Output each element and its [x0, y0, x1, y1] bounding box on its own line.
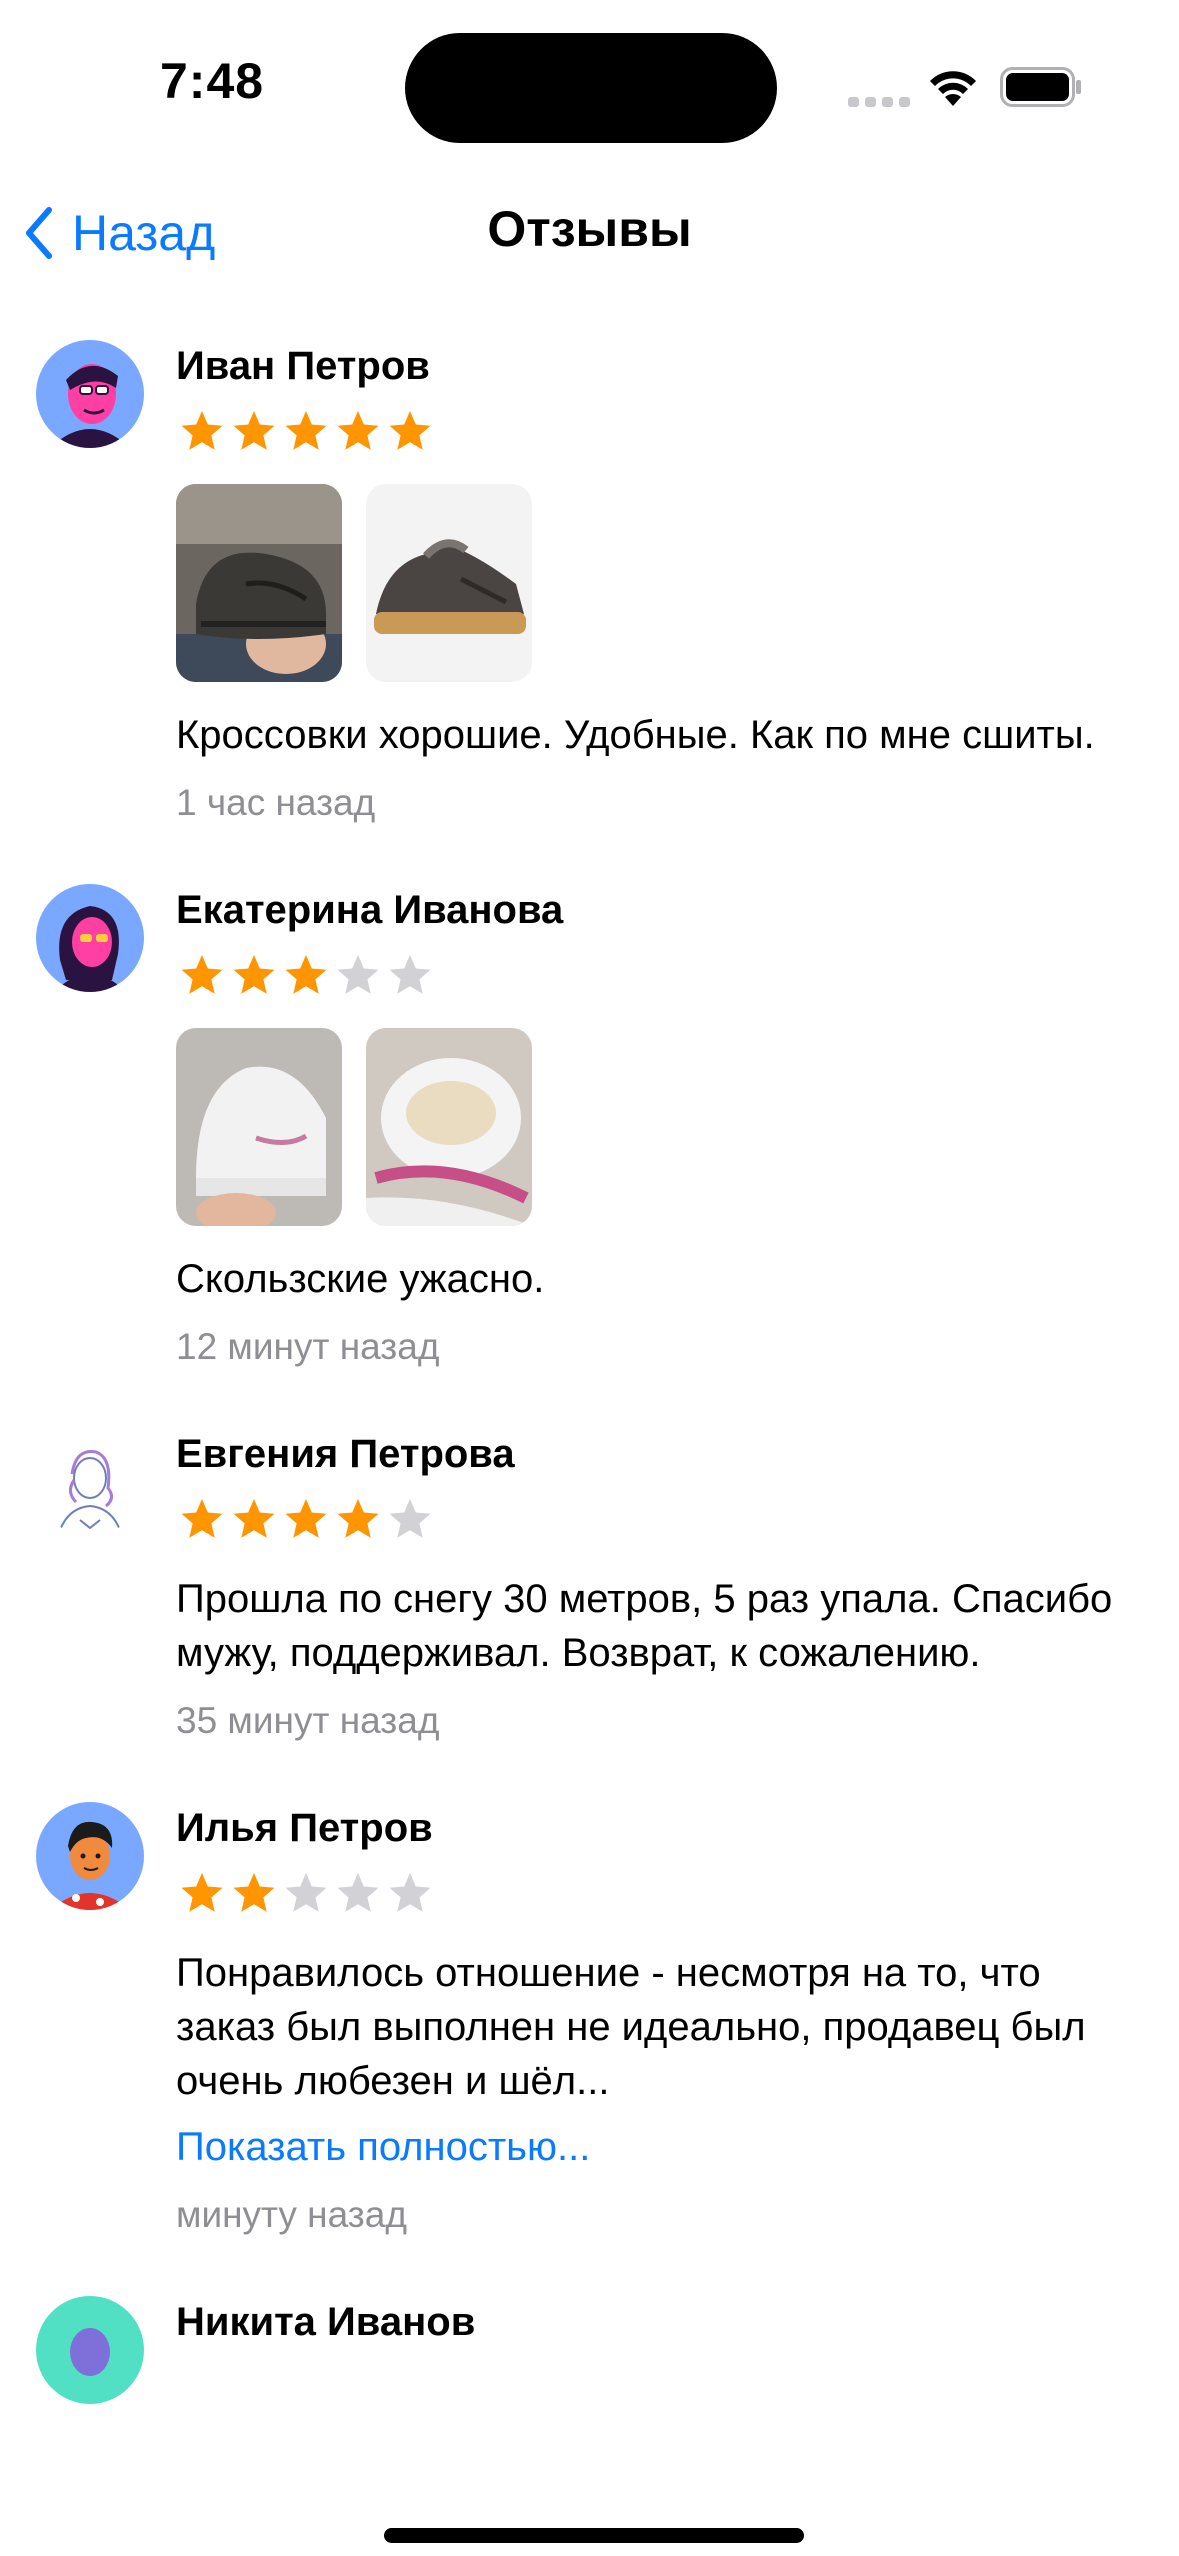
star-filled-icon: [389, 411, 431, 450]
review-photo[interactable]: [366, 1028, 532, 1226]
star-empty-icon: [285, 1873, 327, 1912]
rating-stars: [176, 950, 1176, 1002]
review-content: Иван Петров Кроссовки хорошие. Удобные. …: [176, 320, 1176, 828]
star-filled-icon: [233, 955, 275, 994]
page-title: Отзывы: [487, 201, 692, 257]
rating-stars: [176, 1868, 1176, 1920]
star-filled-icon: [181, 1873, 223, 1912]
reviewer-name: Екатерина Иванова: [176, 888, 564, 932]
star-filled-icon: [181, 411, 223, 450]
review-content: Евгения Петрова Прошла по снегу 30 метро…: [176, 1408, 1176, 1746]
review-item: Илья Петров Понравилось отношение - несм…: [0, 1782, 1179, 2240]
review-text: Скользские ужасно.: [176, 1257, 545, 1301]
status-time: 7:48: [160, 53, 265, 109]
rating-stars: [176, 406, 1176, 458]
cellular-signal-icon: [848, 97, 910, 107]
star-filled-icon: [285, 1499, 327, 1538]
battery-icon: [1000, 67, 1081, 107]
status-bar: 7:48: [0, 0, 1179, 170]
review-item: Иван Петров Кроссовки хорошие. Удобные. …: [0, 320, 1179, 828]
dynamic-island: [405, 33, 777, 143]
star-filled-icon: [233, 411, 275, 450]
reviewer-name: Евгения Петрова: [176, 1432, 515, 1476]
review-timestamp: 1 час назад: [176, 782, 376, 823]
review-text: Кроссовки хорошие. Удобные. Как по мне с…: [176, 713, 1095, 757]
review-content: Никита Иванов: [176, 2276, 1176, 2404]
reviewer-name: Илья Петров: [176, 1806, 433, 1850]
review-item: Никита Иванов: [0, 2276, 1179, 2404]
review-text: Понравилось отношение - несмотря на то, …: [176, 1951, 1086, 2103]
wifi-icon: [930, 71, 976, 106]
review-content: Илья Петров Понравилось отношение - несм…: [176, 1782, 1176, 2240]
review-content: Екатерина Иванова Скользские ужасно. 12 …: [176, 864, 1176, 1372]
star-filled-icon: [233, 1499, 275, 1538]
star-empty-icon: [337, 955, 379, 994]
reviewer-name: Иван Петров: [176, 344, 430, 388]
star-filled-icon: [337, 1499, 379, 1538]
reviewer-name: Никита Иванов: [176, 2300, 476, 2344]
star-empty-icon: [389, 1873, 431, 1912]
avatar: [36, 2296, 144, 2404]
review-item: Евгения Петрова Прошла по снегу 30 метро…: [0, 1408, 1179, 1746]
star-empty-icon: [389, 955, 431, 994]
review-photo[interactable]: [366, 484, 532, 682]
review-timestamp: 12 минут назад: [176, 1326, 440, 1367]
review-timestamp: 35 минут назад: [176, 1700, 440, 1741]
avatar: [36, 340, 144, 448]
star-empty-icon: [337, 1873, 379, 1912]
show-more-link[interactable]: Показать полностью...: [176, 2120, 590, 2174]
review-photos: [176, 1028, 1176, 1226]
star-filled-icon: [181, 1499, 223, 1538]
review-photos: [176, 484, 1176, 682]
navigation-bar: Назад Отзывы: [0, 170, 1179, 290]
star-filled-icon: [233, 1873, 275, 1912]
review-item: Екатерина Иванова Скользские ужасно. 12 …: [0, 864, 1179, 1372]
rating-stars: [176, 1494, 1176, 1546]
star-filled-icon: [337, 411, 379, 450]
review-photo[interactable]: [176, 484, 342, 682]
avatar: [36, 1428, 144, 1536]
star-filled-icon: [285, 411, 327, 450]
avatar: [36, 884, 144, 992]
review-text: Прошла по снегу 30 метров, 5 раз упала. …: [176, 1577, 1113, 1675]
star-filled-icon: [181, 955, 223, 994]
review-photo[interactable]: [176, 1028, 342, 1226]
star-filled-icon: [285, 955, 327, 994]
star-empty-icon: [389, 1499, 431, 1538]
review-timestamp: минуту назад: [176, 2194, 407, 2235]
avatar: [36, 1802, 144, 1910]
reviews-list[interactable]: Иван Петров Кроссовки хорошие. Удобные. …: [0, 300, 1179, 2460]
home-indicator: [384, 2528, 804, 2543]
